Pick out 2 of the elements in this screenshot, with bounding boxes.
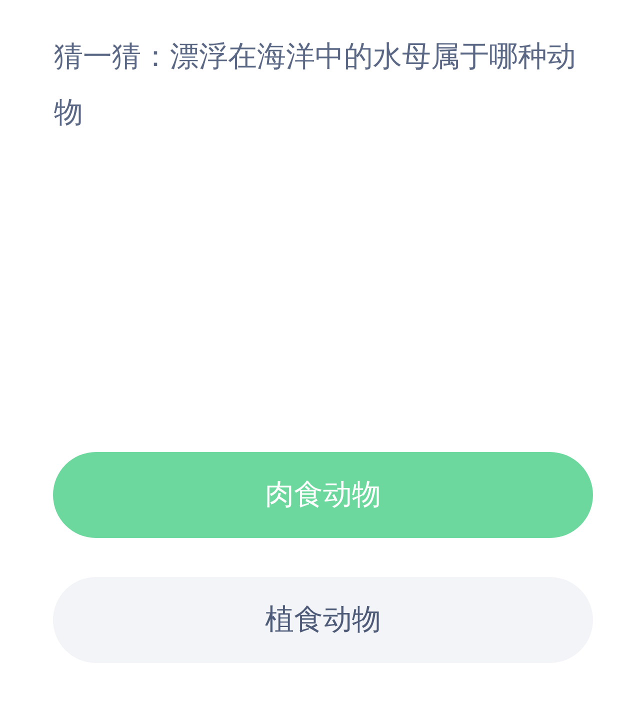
answer-option[interactable]: 植食动物 xyxy=(53,577,593,663)
question-text: 猜一猜：漂浮在海洋中的水母属于哪种动物 xyxy=(54,38,577,131)
